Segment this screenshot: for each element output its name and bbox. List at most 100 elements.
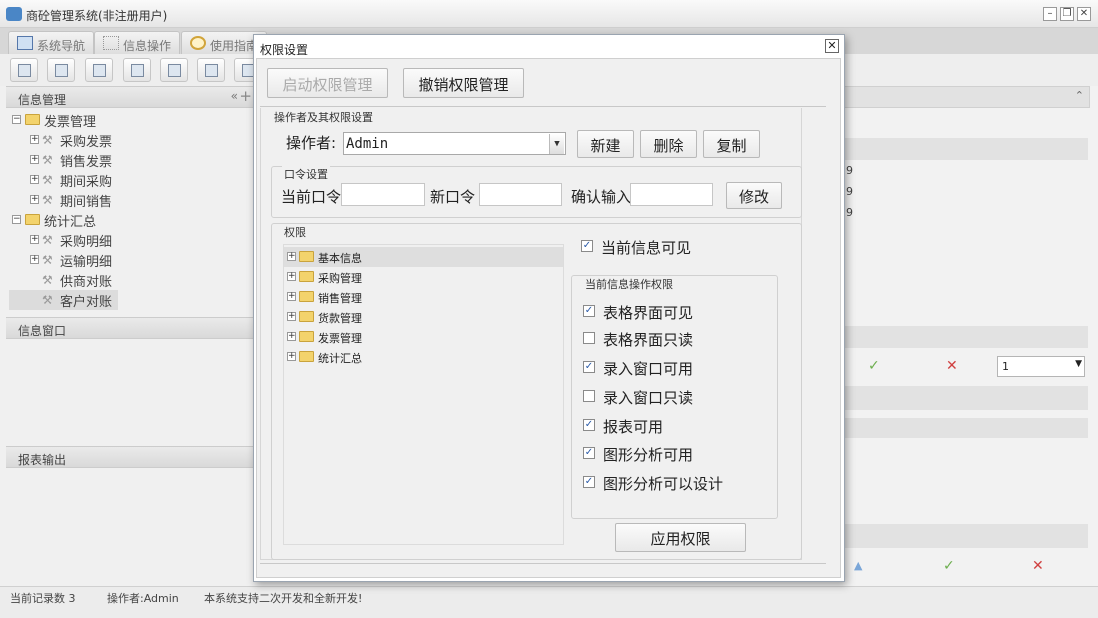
expand-node-icon[interactable]: + xyxy=(287,352,296,361)
search-tool-button[interactable] xyxy=(10,58,38,82)
tree-node[interactable]: ⚒ 供商对账 xyxy=(8,270,254,290)
tree-node-statistics[interactable]: − 统计汇总 xyxy=(8,210,254,230)
expand-node-icon[interactable]: + xyxy=(287,272,296,281)
close-icon[interactable]: ✕ xyxy=(1077,7,1091,21)
apply-permission-button[interactable]: 应用权限 xyxy=(615,523,746,552)
checkbox-checked-icon: ✓ xyxy=(583,305,595,317)
copy-button[interactable]: 复制 xyxy=(703,130,760,158)
expand-node-icon[interactable]: + xyxy=(30,175,39,184)
restore-icon[interactable]: ❐ xyxy=(1060,7,1074,21)
perm-node-basic-info[interactable]: + 基本信息 xyxy=(284,247,563,267)
collapse-up-icon[interactable]: ⌃ xyxy=(1075,89,1084,102)
tool-icon: ⚒ xyxy=(42,293,53,307)
entry-window-enabled-checkbox[interactable]: ✓ 录入窗口可用 xyxy=(583,358,693,379)
collapse-node-icon[interactable]: − xyxy=(12,115,21,124)
tree-label: 销售发票 xyxy=(60,155,113,170)
tree-node[interactable]: + ⚒ 期间采购 xyxy=(8,170,254,190)
perm-node[interactable]: + 发票管理 xyxy=(284,327,563,347)
graph-analysis-enabled-checkbox[interactable]: ✓ 图形分析可用 xyxy=(583,444,693,465)
tab-system-nav[interactable]: 系统导航 xyxy=(8,31,95,54)
new-password-label: 新口令 xyxy=(430,188,476,206)
section-bar xyxy=(843,524,1088,548)
collapse-icon[interactable]: « xyxy=(231,89,238,103)
page-select[interactable]: 1 ▼ xyxy=(997,356,1085,377)
expand-node-icon[interactable]: + xyxy=(30,235,39,244)
document-tool-button[interactable] xyxy=(85,58,113,82)
tree-node[interactable]: + ⚒ 销售发票 xyxy=(8,150,254,170)
nav-bar-bg xyxy=(843,326,1088,348)
tree-node-invoice-mgmt[interactable]: − 发票管理 xyxy=(8,110,254,130)
folder-icon xyxy=(299,291,314,302)
add-icon[interactable]: + xyxy=(239,87,252,105)
right-panel-header: ⌃ xyxy=(843,86,1090,108)
expand-node-icon[interactable]: + xyxy=(30,255,39,264)
expand-node-icon[interactable]: + xyxy=(287,332,296,341)
expand-node-icon[interactable]: + xyxy=(287,292,296,301)
grid-header xyxy=(843,138,1088,160)
revoke-permission-button[interactable]: 撤销权限管理 xyxy=(403,68,524,98)
checkbox-unchecked-icon xyxy=(583,390,595,402)
expand-node-icon[interactable]: + xyxy=(287,312,296,321)
perm-node[interactable]: + 货款管理 xyxy=(284,307,563,327)
tree-label: 发票管理 xyxy=(44,115,97,130)
entry-window-readonly-checkbox[interactable]: 录入窗口只读 xyxy=(583,387,693,408)
tree-node[interactable]: + ⚒ 期间销售 xyxy=(8,190,254,210)
report-output-header: 报表输出 xyxy=(6,446,254,468)
close-icon[interactable]: ✕ xyxy=(825,39,839,53)
confirm-password-input[interactable] xyxy=(630,183,713,206)
new-button[interactable]: 新建 xyxy=(577,130,634,158)
operator-select[interactable]: Admin ▼ xyxy=(343,132,566,155)
tab-info-ops[interactable]: 信息操作 xyxy=(94,31,181,54)
report-enabled-checkbox[interactable]: ✓ 报表可用 xyxy=(583,416,663,437)
folder-icon xyxy=(299,331,314,342)
cancel-icon[interactable]: ✕ xyxy=(1032,558,1044,574)
tree-node[interactable]: + ⚒ 运输明细 xyxy=(8,250,254,270)
expand-node-icon[interactable]: + xyxy=(30,135,39,144)
confirm-icon[interactable]: ✓ xyxy=(868,358,880,374)
document-icon xyxy=(93,64,106,77)
perm-node[interactable]: + 销售管理 xyxy=(284,287,563,307)
start-permission-button[interactable]: 启动权限管理 xyxy=(267,68,388,98)
tab-label: 系统导航 xyxy=(37,39,86,53)
perm-node[interactable]: + 采购管理 xyxy=(284,267,563,287)
cancel-icon[interactable]: ✕ xyxy=(946,358,958,374)
status-message: 本系统支持二次开发和全新开发! xyxy=(204,592,363,605)
checkbox-label: 图形分析可用 xyxy=(603,446,694,464)
list-tool-button[interactable] xyxy=(47,58,75,82)
collapse-node-icon[interactable]: − xyxy=(12,215,21,224)
checkbox-label: 录入窗口只读 xyxy=(603,389,694,407)
users-tool-button[interactable] xyxy=(123,58,151,82)
tool-icon: ⚒ xyxy=(42,133,53,147)
tree-label: 客户对账 xyxy=(60,295,113,310)
confirm-icon[interactable]: ✓ xyxy=(943,558,955,574)
tree-node[interactable]: + ⚒ 采购明细 xyxy=(8,230,254,250)
confirm-password-label: 确认输入 xyxy=(571,188,632,206)
minimize-icon[interactable]: – xyxy=(1043,7,1057,21)
perm-node[interactable]: + 统计汇总 xyxy=(284,347,563,367)
tree-node[interactable]: + ⚒ 采购发票 xyxy=(8,130,254,150)
delete-button[interactable]: 删除 xyxy=(640,130,697,158)
table-readonly-checkbox[interactable]: 表格界面只读 xyxy=(583,329,693,350)
new-password-input[interactable] xyxy=(479,183,562,206)
tree-node-selected[interactable]: ⚒ 客户对账 xyxy=(8,290,254,310)
expand-node-icon[interactable]: + xyxy=(30,195,39,204)
grid-cell: 9 xyxy=(846,206,853,219)
up-arrow-icon[interactable]: ▲ xyxy=(854,559,862,572)
modify-button[interactable]: 修改 xyxy=(726,182,782,209)
current-password-input[interactable] xyxy=(341,183,425,206)
export-tool-button[interactable] xyxy=(197,58,225,82)
export-icon xyxy=(205,64,218,77)
app-logo-icon xyxy=(6,7,22,21)
info-tree: − 发票管理 + ⚒ 采购发票 + ⚒ 销售发票 + ⚒ 期间采购 + ⚒ 期间… xyxy=(8,110,254,310)
current-info-visible-checkbox[interactable]: ✓ 当前信息可见 xyxy=(581,237,691,258)
graph-analysis-design-checkbox[interactable]: ✓ 图形分析可以设计 xyxy=(583,473,723,494)
info-manage-header: 信息管理 « + xyxy=(6,86,254,108)
users-icon xyxy=(131,64,144,77)
expand-node-icon[interactable]: + xyxy=(287,252,296,261)
expand-node-icon[interactable]: + xyxy=(30,155,39,164)
table-visible-checkbox[interactable]: ✓ 表格界面可见 xyxy=(583,302,693,323)
tree-label: 运输明细 xyxy=(60,255,113,270)
tree-label: 采购发票 xyxy=(60,135,113,150)
window-tool-button[interactable] xyxy=(160,58,188,82)
tool-icon: ⚒ xyxy=(42,193,53,207)
